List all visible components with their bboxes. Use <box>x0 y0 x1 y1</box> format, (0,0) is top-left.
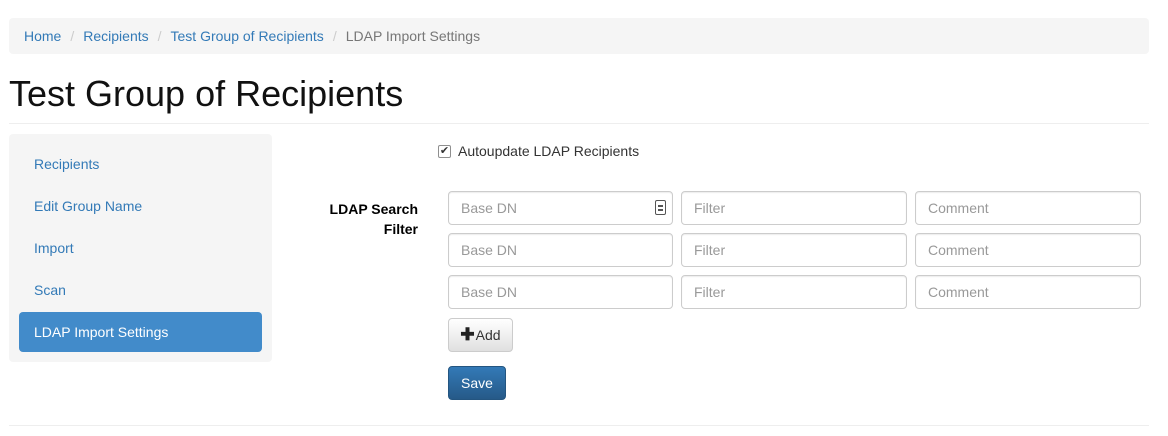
filter-input[interactable] <box>681 275 907 309</box>
filter-row <box>448 275 1141 309</box>
breadcrumb-current: LDAP Import Settings <box>345 28 481 44</box>
filter-input[interactable] <box>681 233 907 267</box>
autoupdate-label: Autoupdate LDAP Recipients <box>458 143 640 159</box>
add-filter-button[interactable]: ✚ Add <box>448 318 513 352</box>
check-icon: ✔ <box>439 144 450 157</box>
title-divider <box>9 123 1149 124</box>
breadcrumb-home-link[interactable]: Home <box>24 28 61 44</box>
ldap-search-filter-label: LDAP Search Filter <box>300 199 418 239</box>
sidebar-item-ldap-import-settings[interactable]: LDAP Import Settings <box>19 312 262 352</box>
filter-input[interactable] <box>681 191 907 225</box>
base-dn-input[interactable] <box>448 191 673 225</box>
breadcrumb-recipients-link[interactable]: Recipients <box>83 28 148 44</box>
sidebar-item-edit-group-name[interactable]: Edit Group Name <box>19 186 262 226</box>
footer-divider <box>9 425 1149 426</box>
breadcrumb-group-link[interactable]: Test Group of Recipients <box>171 28 324 44</box>
page-title: Test Group of Recipients <box>9 73 404 114</box>
autoupdate-checkbox[interactable]: ✔ <box>438 144 451 158</box>
sidebar-item-import[interactable]: Import <box>19 228 262 268</box>
comment-input[interactable] <box>915 191 1141 225</box>
breadcrumb-separator: / <box>332 28 337 44</box>
base-dn-input[interactable] <box>448 233 673 267</box>
comment-input[interactable] <box>915 275 1141 309</box>
filter-row <box>448 233 1141 267</box>
sidebar-item-scan[interactable]: Scan <box>19 270 262 310</box>
comment-input[interactable] <box>915 233 1141 267</box>
ldap-search-filter-label-line1: LDAP Search <box>329 201 418 217</box>
filter-row <box>448 191 1141 225</box>
add-button-label: Add <box>475 327 501 343</box>
autofill-contact-icon[interactable] <box>655 200 666 215</box>
base-dn-input[interactable] <box>448 275 673 309</box>
breadcrumb-separator: / <box>70 28 75 44</box>
breadcrumb: Home / Recipients / Test Group of Recipi… <box>9 18 1149 54</box>
autoupdate-ldap-option[interactable]: ✔ Autoupdate LDAP Recipients <box>438 143 639 159</box>
ldap-search-filter-label-line2: Filter <box>383 221 418 237</box>
base-dn-wrapper <box>448 191 673 225</box>
sidebar-nav: Recipients Edit Group Name Import Scan L… <box>9 134 272 362</box>
sidebar-item-recipients[interactable]: Recipients <box>19 144 262 184</box>
save-button[interactable]: Save <box>448 366 506 400</box>
plus-icon: ✚ <box>460 325 475 344</box>
breadcrumb-separator: / <box>157 28 162 44</box>
